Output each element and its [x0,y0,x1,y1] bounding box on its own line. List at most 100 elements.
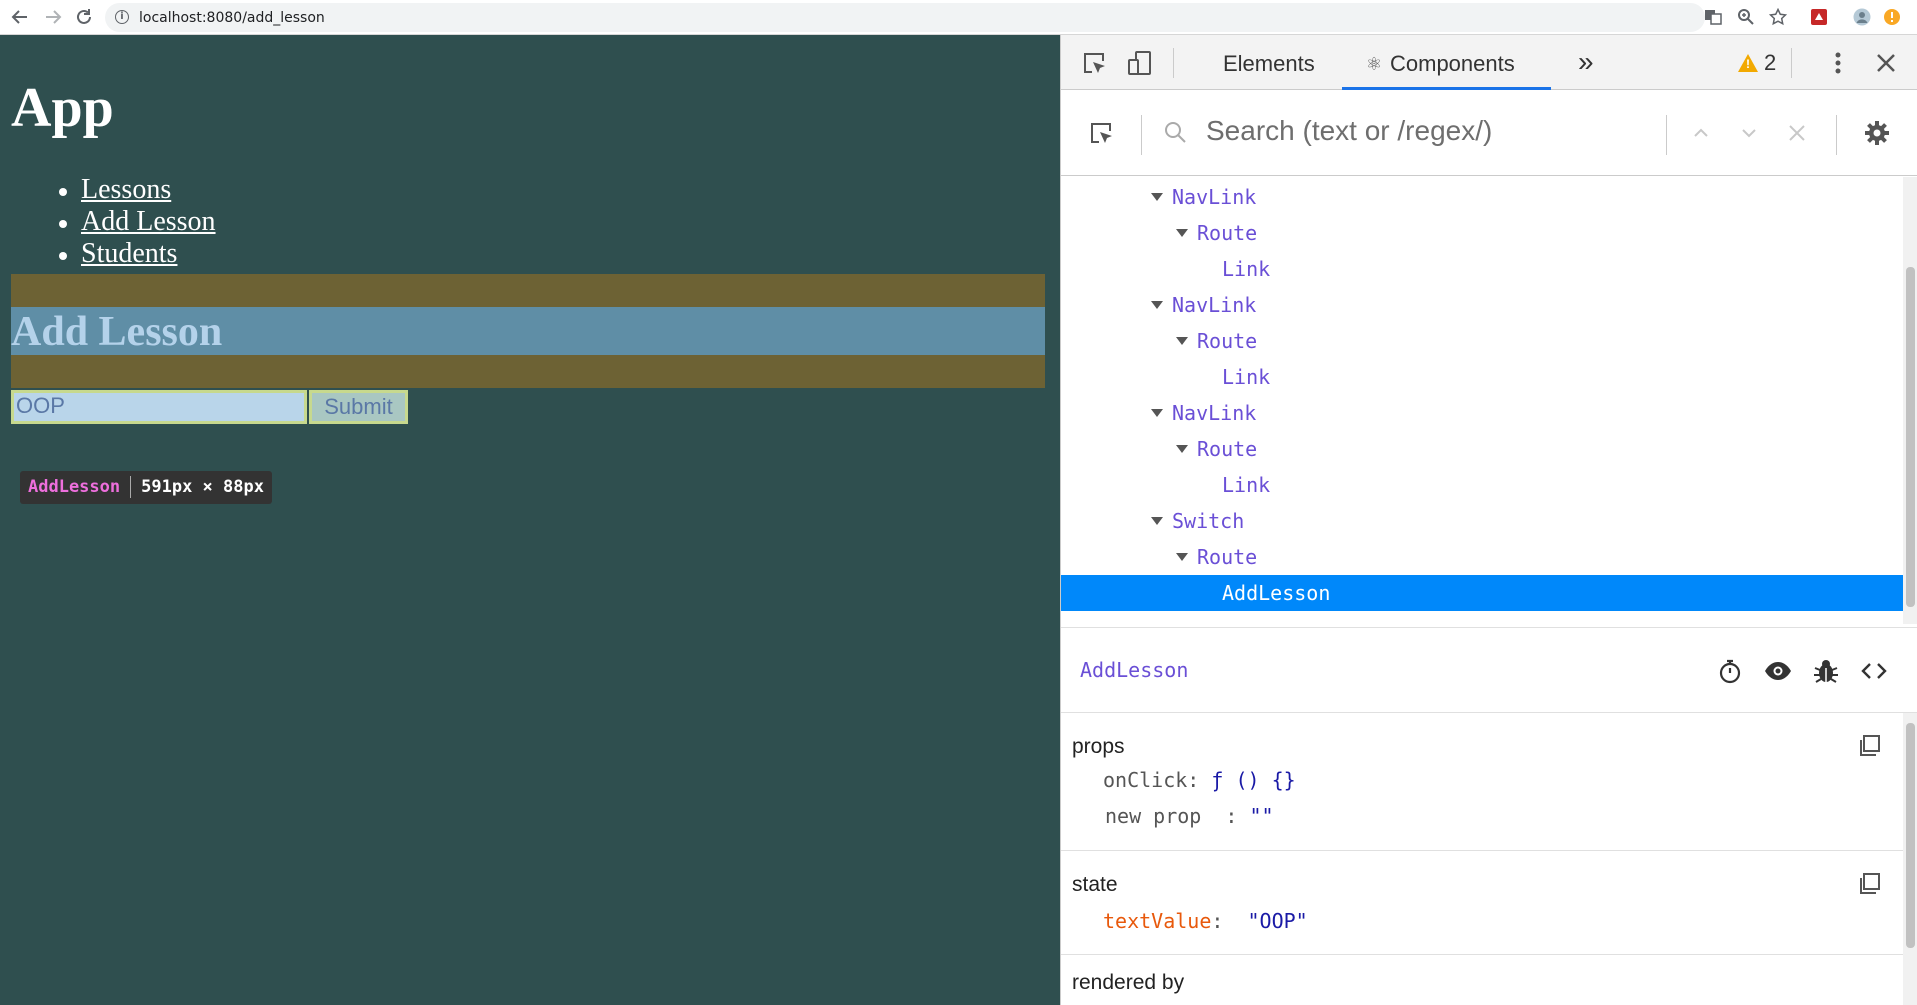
select-component-icon[interactable] [1086,118,1116,148]
info-icon[interactable]: i [115,10,129,24]
extension-icon[interactable] [1810,8,1828,26]
nav-link-students[interactable]: Students [81,238,177,269]
new-prop-row[interactable]: new prop : "" [1105,804,1274,828]
new-prop-value[interactable]: "" [1250,804,1274,828]
previous-result-icon[interactable] [1686,118,1716,148]
lesson-text-input[interactable]: OOP [11,390,307,424]
nav-link-lessons[interactable]: Lessons [81,174,171,205]
new-prop-key[interactable]: new prop [1105,804,1201,828]
prop-row[interactable]: onClick: ƒ () {} [1103,768,1296,792]
tab-components[interactable]: ⚛ Components [1342,35,1551,90]
detail-scrollbar[interactable] [1903,713,1917,1005]
zoom-icon[interactable] [1737,8,1755,26]
tree-node-label: Link [1222,257,1271,281]
tree-node-label: Switch [1172,509,1245,533]
caret-down-icon[interactable] [1151,517,1163,525]
tree-node-label: Route [1197,329,1258,353]
inspect-element-icon[interactable] [1079,48,1109,78]
eye-icon[interactable] [1763,656,1793,686]
warning-icon: ! [1738,54,1758,72]
tree-node-label: Link [1222,365,1271,389]
reload-icon [77,9,91,24]
caret-down-icon[interactable] [1176,337,1188,345]
caret-down-icon[interactable] [1151,409,1163,417]
nav-link-add-lesson[interactable]: Add Lesson [81,206,216,237]
copy-state-icon[interactable] [1857,871,1883,897]
state-section: state textValue: "OOP" [1061,851,1903,955]
caret-down-icon[interactable] [1151,193,1163,201]
search-divider [1836,115,1837,155]
devtools-tabbar: Elements ⚛ Components » ! 2 [1061,35,1917,90]
app-page: App Lessons Add Lesson Students Add Less… [0,35,1060,1005]
copy-props-icon[interactable] [1857,733,1883,759]
device-toolbar-icon[interactable] [1125,48,1155,78]
caret-down-icon[interactable] [1151,301,1163,309]
component-size-tooltip: AddLesson 591px × 88px [20,471,272,504]
props-section: props onClick: ƒ () {} new prop : "" [1061,715,1903,851]
highlight-margin-bottom [11,355,1045,388]
settings-gear-icon[interactable] [1862,118,1892,148]
tooltip-component-name: AddLesson [28,477,121,497]
caret-down-icon[interactable] [1176,229,1188,237]
reload-button[interactable] [73,6,95,28]
tree-node-label: NavLink [1172,185,1257,209]
add-lesson-heading: Add Lesson [11,309,223,355]
tree-node[interactable]: NavLink [1061,179,1903,215]
tree-node[interactable]: NavLink [1061,287,1903,323]
address-bar[interactable]: i localhost:8080/add_lesson [105,3,1705,32]
search-divider [1141,115,1142,155]
back-button[interactable] [9,6,31,28]
bug-icon[interactable] [1811,656,1841,686]
state-title: state [1072,873,1118,896]
tree-scrollbar[interactable] [1903,177,1917,624]
search-input[interactable]: Search (text or /regex/) [1206,115,1492,147]
tree-node[interactable]: Route [1061,539,1903,575]
tree-node[interactable]: Link [1061,359,1903,395]
tab-elements[interactable]: Elements [1223,35,1315,90]
tree-node-selected[interactable]: AddLesson [1061,575,1903,611]
tab-divider [1791,48,1792,78]
tree-node[interactable]: Switch [1061,503,1903,539]
clear-search-icon[interactable] [1782,118,1812,148]
caret-down-icon[interactable] [1176,553,1188,561]
translate-icon[interactable] [1704,8,1722,26]
tree-node[interactable]: NavLink [1061,395,1903,431]
view-source-icon[interactable] [1859,656,1889,686]
update-alert-icon[interactable] [1883,8,1901,26]
tree-node[interactable]: Link [1061,467,1903,503]
tree-node[interactable]: Route [1061,323,1903,359]
kebab-menu-icon[interactable] [1823,48,1853,78]
tab-components-label: Components [1390,51,1515,76]
scrollbar-thumb[interactable] [1906,267,1915,607]
tree-node[interactable]: Route [1061,431,1903,467]
more-tabs-button[interactable]: » [1578,35,1594,90]
tab-divider [1173,48,1174,78]
tree-node-label: Route [1197,221,1258,245]
caret-down-icon[interactable] [1176,445,1188,453]
stopwatch-icon[interactable] [1715,656,1745,686]
state-key: textValue [1103,909,1212,933]
state-value[interactable]: "OOP" [1248,909,1308,933]
scrollbar-thumb[interactable] [1906,723,1915,948]
selected-component-name: AddLesson [1080,658,1189,682]
state-row[interactable]: textValue: "OOP" [1103,909,1308,933]
rendered-by-section: rendered by [1061,955,1903,1005]
next-result-icon[interactable] [1734,118,1764,148]
bookmark-star-icon[interactable] [1769,8,1787,26]
url-text: localhost:8080/add_lesson [139,10,325,26]
nav-item-lessons: Lessons [59,174,216,206]
app-nav: Lessons Add Lesson Students [59,174,216,270]
nav-item-students: Students [59,238,216,270]
tree-node[interactable]: Link [1061,251,1903,287]
tree-node-label: Route [1197,437,1258,461]
submit-button[interactable]: Submit [309,390,408,424]
profile-avatar-icon[interactable] [1853,8,1871,26]
tooltip-divider [130,476,132,498]
tree-node-label: AddLesson [1222,581,1331,605]
warning-count: 2 [1764,50,1777,75]
close-devtools-icon[interactable] [1871,48,1901,78]
tree-node[interactable]: Route [1061,215,1903,251]
warnings-counter[interactable]: ! 2 [1738,49,1776,77]
component-tree: NavLink Route Link NavLink Route Link Na… [1061,177,1903,624]
forward-button[interactable] [42,6,64,28]
